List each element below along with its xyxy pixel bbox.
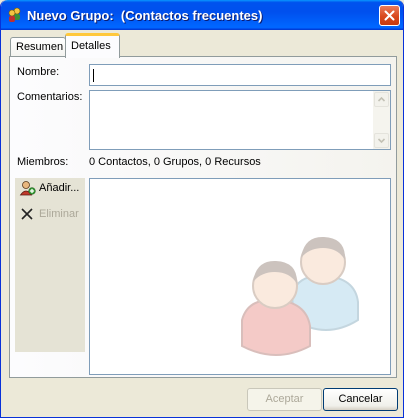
tab-detalles[interactable]: Detalles — [65, 33, 120, 58]
tab-resumen[interactable]: Resumen — [10, 37, 66, 57]
text-caret — [93, 69, 94, 82]
name-label: Nombre: — [17, 66, 60, 78]
window-title: Nuevo Grupo: (Contactos frecuentes) — [27, 8, 263, 23]
comments-label: Comentarios: — [17, 91, 83, 103]
chevron-down-icon — [377, 138, 386, 144]
close-icon — [384, 10, 395, 21]
dialog-window: Nuevo Grupo: (Contactos frecuentes) Resu… — [0, 0, 404, 418]
name-field[interactable] — [89, 64, 391, 86]
comments-scrollbar[interactable] — [373, 91, 390, 149]
members-summary: 0 Contactos, 0 Grupos, 0 Recursos — [89, 156, 261, 168]
chevron-up-icon — [377, 96, 386, 102]
cancel-button[interactable]: Cancelar — [323, 388, 398, 411]
scroll-down-button[interactable] — [374, 133, 389, 148]
comments-field[interactable] — [89, 90, 391, 150]
members-label: Miembros: — [17, 156, 69, 168]
group-watermark-icon — [241, 236, 359, 356]
title-bar[interactable]: Nuevo Grupo: (Contactos frecuentes) — [1, 0, 403, 30]
remove-x-icon — [21, 208, 33, 220]
add-member-label: Añadir... — [39, 182, 80, 194]
add-contact-icon — [19, 181, 36, 196]
contacts-group-icon — [8, 7, 21, 22]
members-list[interactable] — [89, 178, 391, 375]
member-actions-bar: Añadir... Eliminar — [15, 178, 85, 352]
accept-button[interactable]: Aceptar — [247, 388, 322, 411]
scroll-up-button[interactable] — [374, 92, 389, 107]
close-button[interactable] — [379, 5, 400, 26]
remove-member-label: Eliminar — [39, 208, 79, 220]
